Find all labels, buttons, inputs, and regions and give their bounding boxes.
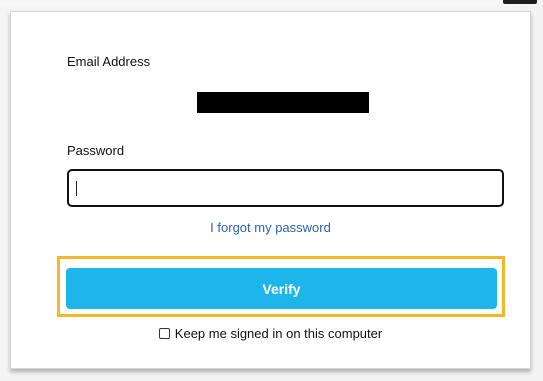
keep-signed-in-checkbox[interactable] <box>158 328 170 339</box>
password-label: Password <box>67 143 125 158</box>
top-edge-mark <box>503 0 537 4</box>
keep-signed-in-label[interactable]: Keep me signed in on this computer <box>175 326 382 341</box>
login-screen: Email Address Password I forgot my passw… <box>0 0 543 381</box>
text-caret <box>76 181 77 196</box>
forgot-password-link[interactable]: I forgot my password <box>11 220 530 235</box>
password-field[interactable] <box>67 169 504 207</box>
keep-signed-in-row: Keep me signed in on this computer <box>11 326 530 341</box>
email-value-redacted <box>197 92 369 113</box>
email-label: Email Address <box>67 54 151 69</box>
verify-button[interactable]: Verify <box>66 268 497 309</box>
login-card: Email Address Password I forgot my passw… <box>10 11 531 369</box>
top-strip <box>0 0 543 6</box>
